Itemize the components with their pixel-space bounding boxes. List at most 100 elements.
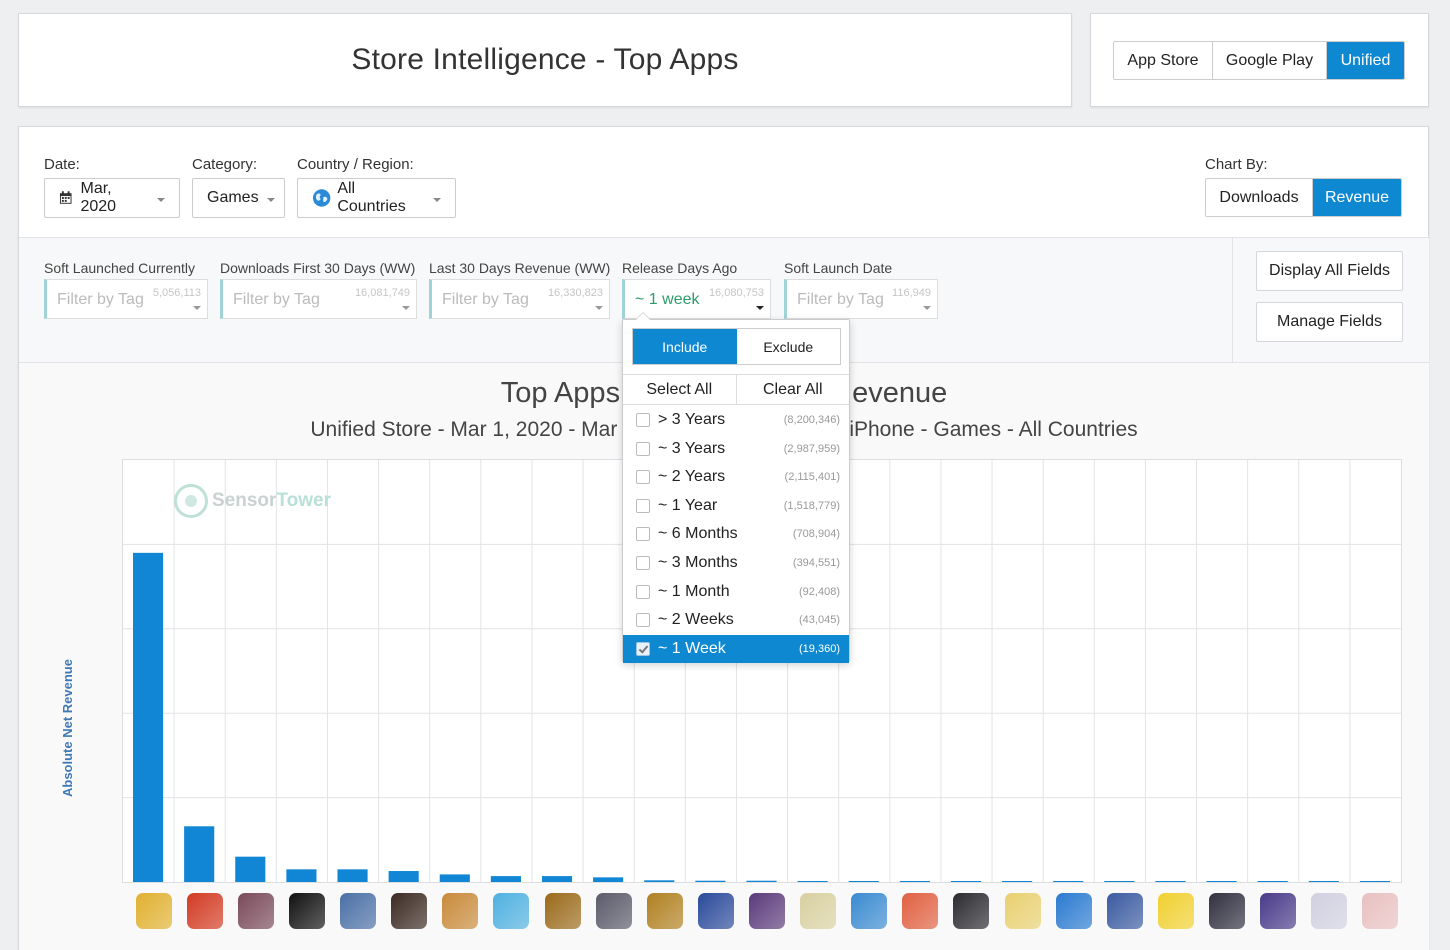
app-icon[interactable] bbox=[544, 893, 581, 929]
exclude-button[interactable]: Exclude bbox=[737, 329, 841, 364]
soft-launch-date-filter[interactable]: Filter by Tag 116,949 bbox=[784, 279, 938, 319]
store-unified-button[interactable]: Unified bbox=[1327, 42, 1404, 79]
revenue-bar[interactable] bbox=[695, 880, 726, 882]
checkbox[interactable] bbox=[636, 584, 650, 599]
app-icon[interactable] bbox=[135, 893, 172, 929]
app-icon[interactable] bbox=[442, 893, 479, 929]
checkbox[interactable] bbox=[636, 613, 650, 628]
app-icon[interactable] bbox=[288, 893, 325, 929]
chart-by-label: Chart By: bbox=[1205, 156, 1268, 173]
app-icon[interactable] bbox=[1311, 893, 1348, 929]
checkbox[interactable] bbox=[636, 556, 650, 570]
option-label: ~ 2 Weeks bbox=[658, 611, 734, 629]
release-option[interactable]: ~ 1 Year (1,518,779) bbox=[623, 492, 849, 520]
app-icon[interactable] bbox=[851, 893, 888, 929]
release-option[interactable]: > 3 Years (8,200,346) bbox=[623, 406, 849, 434]
downloads-first-30-filter[interactable]: Filter by Tag 16,081,749 bbox=[220, 279, 417, 319]
soft-launched-filter[interactable]: Filter by Tag 5,056,113 bbox=[44, 279, 208, 319]
revenue-bar[interactable] bbox=[1053, 881, 1084, 882]
checkbox[interactable] bbox=[636, 527, 650, 542]
date-select[interactable]: Mar, 2020 bbox=[44, 178, 180, 218]
revenue-bar[interactable] bbox=[1359, 881, 1390, 882]
last-30-revenue-filter[interactable]: Filter by Tag 16,330,823 bbox=[429, 279, 610, 319]
chevron-down-icon bbox=[433, 198, 441, 202]
release-option[interactable]: ~ 1 Week (19,360) bbox=[623, 634, 849, 663]
app-icon[interactable] bbox=[1106, 893, 1143, 929]
revenue-bar[interactable] bbox=[541, 876, 573, 882]
clear-all-button[interactable]: Clear All bbox=[737, 375, 850, 404]
app-icon[interactable] bbox=[1362, 893, 1399, 929]
app-icon[interactable] bbox=[697, 893, 734, 929]
app-icon[interactable] bbox=[493, 893, 530, 929]
country-select[interactable]: All Countries bbox=[297, 178, 456, 218]
app-icon[interactable] bbox=[186, 893, 223, 929]
select-all-button[interactable]: Select All bbox=[623, 375, 737, 404]
checkbox[interactable] bbox=[636, 498, 650, 513]
revenue-bar[interactable] bbox=[1308, 881, 1339, 882]
include-exclude-toggle: Include Exclude bbox=[632, 328, 841, 365]
revenue-bar[interactable] bbox=[133, 552, 164, 882]
app-icon[interactable] bbox=[391, 893, 428, 929]
checkbox[interactable] bbox=[636, 641, 650, 656]
option-label: ~ 1 Week bbox=[658, 639, 726, 657]
field-label: Last 30 Days Revenue (WW) bbox=[429, 260, 611, 276]
store-panel: App Store Google Play Unified bbox=[1090, 13, 1429, 107]
app-icon[interactable] bbox=[1055, 893, 1092, 929]
revenue-bar[interactable] bbox=[848, 881, 879, 882]
calendar-icon bbox=[59, 191, 72, 204]
app-icon[interactable] bbox=[953, 893, 990, 929]
app-icon[interactable] bbox=[902, 893, 939, 929]
store-app-store-button[interactable]: App Store bbox=[1114, 42, 1213, 79]
chevron-down-icon bbox=[595, 306, 603, 310]
revenue-bar[interactable] bbox=[388, 871, 419, 882]
revenue-bar[interactable] bbox=[797, 881, 828, 882]
app-icon[interactable] bbox=[1157, 893, 1194, 929]
app-icon[interactable] bbox=[237, 893, 274, 929]
checkbox[interactable] bbox=[636, 441, 650, 456]
option-label: ~ 3 Months bbox=[658, 554, 738, 571]
revenue-bar[interactable] bbox=[1002, 881, 1033, 882]
release-option[interactable]: ~ 2 Weeks (43,045) bbox=[623, 606, 849, 634]
revenue-bar[interactable] bbox=[950, 881, 982, 882]
app-icon[interactable] bbox=[1004, 893, 1041, 929]
app-icon[interactable] bbox=[800, 893, 837, 929]
app-icon[interactable] bbox=[749, 893, 785, 929]
checkbox[interactable] bbox=[636, 413, 650, 427]
revenue-bar[interactable] bbox=[746, 880, 777, 882]
include-button[interactable]: Include bbox=[633, 329, 737, 364]
revenue-bar[interactable] bbox=[439, 874, 470, 882]
revenue-bar[interactable] bbox=[490, 876, 521, 882]
store-google-play-button[interactable]: Google Play bbox=[1213, 42, 1327, 79]
revenue-bar[interactable] bbox=[899, 881, 930, 882]
chart-by-revenue-button[interactable]: Revenue bbox=[1313, 179, 1401, 216]
release-option[interactable]: ~ 6 Months (708,904) bbox=[623, 520, 849, 548]
chart-by-downloads-button[interactable]: Downloads bbox=[1206, 179, 1313, 216]
option-count: (8,200,346) bbox=[783, 414, 840, 426]
app-icon[interactable] bbox=[646, 893, 683, 929]
revenue-bar[interactable] bbox=[337, 869, 368, 882]
release-option[interactable]: ~ 1 Month (92,408) bbox=[623, 578, 849, 606]
display-all-fields-button[interactable]: Display All Fields bbox=[1256, 251, 1403, 291]
revenue-bar[interactable] bbox=[235, 856, 266, 882]
category-select[interactable]: Games bbox=[192, 178, 285, 218]
app-icon[interactable] bbox=[1209, 893, 1246, 929]
app-icon[interactable] bbox=[340, 893, 377, 929]
revenue-bar[interactable] bbox=[1155, 881, 1186, 882]
field-label: Release Days Ago bbox=[622, 260, 738, 276]
revenue-bar[interactable] bbox=[184, 826, 215, 882]
app-icon[interactable] bbox=[1260, 893, 1297, 929]
revenue-bar[interactable] bbox=[1206, 881, 1237, 882]
checkbox[interactable] bbox=[636, 470, 650, 485]
app-icon[interactable] bbox=[595, 893, 632, 929]
release-option[interactable]: ~ 3 Months (394,551) bbox=[623, 549, 849, 577]
revenue-bar[interactable] bbox=[286, 869, 317, 882]
manage-fields-button[interactable]: Manage Fields bbox=[1256, 302, 1403, 342]
revenue-bar[interactable] bbox=[644, 880, 675, 882]
release-option[interactable]: ~ 3 Years (2,987,959) bbox=[623, 435, 849, 463]
option-label: > 3 Years bbox=[658, 411, 726, 428]
revenue-bar[interactable] bbox=[1257, 881, 1288, 882]
revenue-bar[interactable] bbox=[1104, 881, 1135, 882]
date-value: Mar, 2020 bbox=[80, 180, 117, 215]
release-option[interactable]: ~ 2 Years (2,115,401) bbox=[623, 463, 849, 491]
revenue-bar[interactable] bbox=[593, 877, 624, 882]
